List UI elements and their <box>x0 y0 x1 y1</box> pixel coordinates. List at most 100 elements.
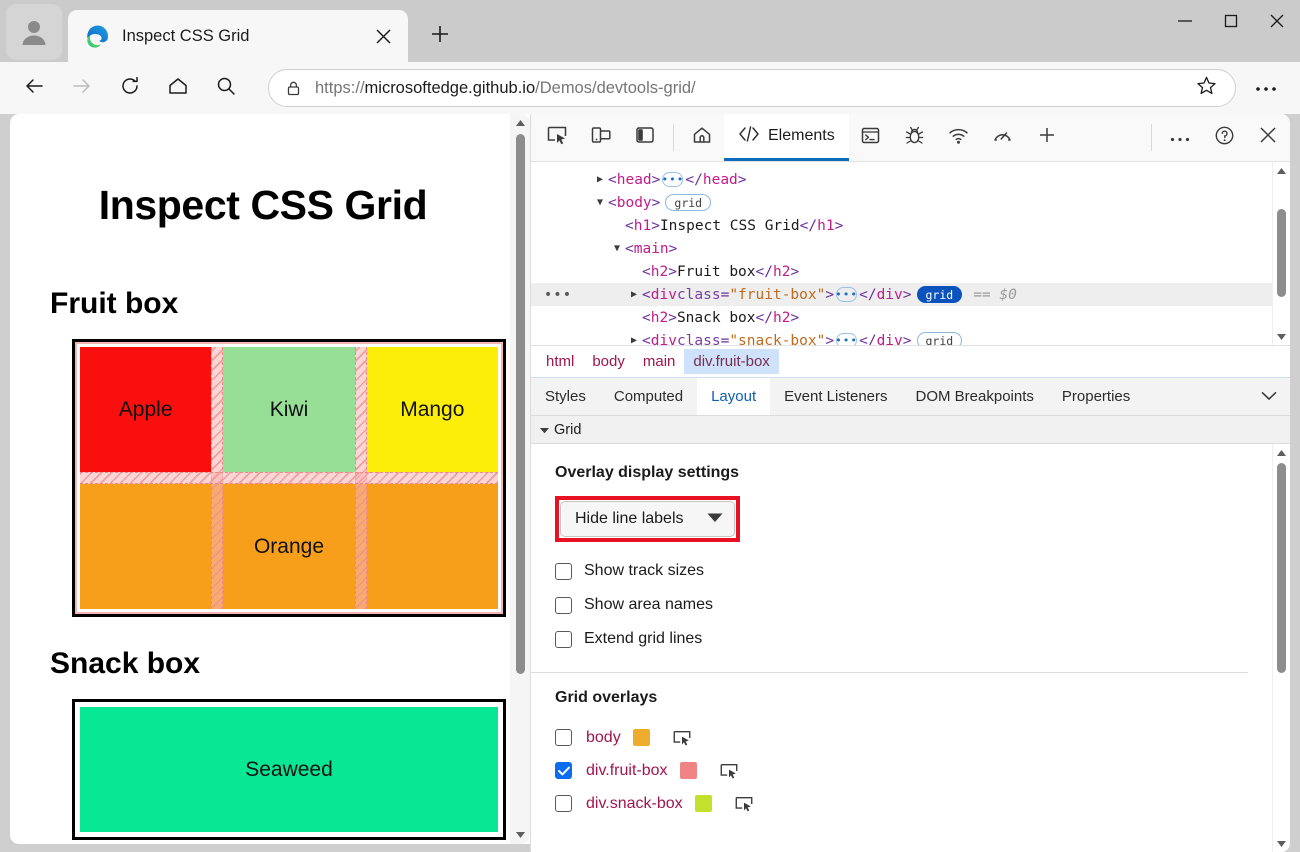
inspect-element-icon[interactable] <box>734 794 754 814</box>
breadcrumb-item-body[interactable]: body <box>583 349 634 374</box>
setting-show-area-names[interactable]: Show area names <box>555 588 1272 622</box>
tab-elements[interactable]: Elements <box>724 114 849 161</box>
breadcrumb-item-div-fruit-box[interactable]: div.fruit-box <box>684 349 779 374</box>
setting-extend-grid-lines[interactable]: Extend grid lines <box>555 622 1272 656</box>
checkbox[interactable] <box>555 630 572 648</box>
checkbox[interactable] <box>555 762 572 779</box>
triangle-down-icon[interactable]: ▼ <box>592 197 608 208</box>
browser-settings-more-button[interactable] <box>1246 68 1286 108</box>
line-labels-select[interactable]: Hide line labels <box>560 501 735 537</box>
grid-overlay-color-swatch[interactable] <box>632 729 650 746</box>
devtools-home-button[interactable] <box>680 114 724 161</box>
devtools-more-button[interactable] <box>1158 114 1202 161</box>
panel-tabs-more-button[interactable] <box>1248 378 1290 415</box>
setting-show-track-sizes[interactable]: Show track sizes <box>555 554 1272 588</box>
performance-gauge-icon <box>992 125 1013 151</box>
add-panel-button[interactable] <box>1025 114 1069 161</box>
inspect-element-button[interactable] <box>535 114 579 161</box>
triangle-right-icon[interactable]: ▶ <box>592 174 608 185</box>
dom-tree-row[interactable]: ▼ < body > grid <box>531 191 1272 214</box>
new-tab-button[interactable] <box>420 16 460 56</box>
breadcrumb-item-main[interactable]: main <box>634 349 685 374</box>
dom-tree-scrollbar[interactable] <box>1272 162 1290 345</box>
checkbox[interactable] <box>555 562 572 580</box>
breadcrumb[interactable]: html body main div.fruit-box <box>531 346 1290 378</box>
grid-overlay-color-swatch[interactable] <box>679 762 697 779</box>
tab-styles[interactable]: Styles <box>531 378 600 415</box>
tab-console[interactable] <box>849 114 893 161</box>
inspect-element-icon[interactable] <box>672 728 692 748</box>
scroll-down-icon[interactable] <box>515 826 526 844</box>
dom-token-attrval: "fruit-box" <box>729 286 826 303</box>
dom-tree-row[interactable]: ▼ < main > <box>531 237 1272 260</box>
line-labels-select-value: Hide line labels <box>575 510 684 527</box>
tab-performance[interactable] <box>981 114 1025 161</box>
tab-dom-breakpoints[interactable]: DOM Breakpoints <box>902 378 1048 415</box>
dom-tree-row[interactable]: < h2 > Snack box </h2 > <box>531 306 1272 329</box>
triangle-right-icon[interactable]: ▶ <box>626 335 642 345</box>
scroll-up-icon[interactable] <box>1276 444 1287 461</box>
grid-overlay-row-div-snack-box[interactable]: div.snack-box <box>555 787 1272 820</box>
grid-badge[interactable]: grid <box>665 194 712 211</box>
home-button[interactable] <box>158 68 198 108</box>
tab-event-listeners[interactable]: Event Listeners <box>770 378 901 415</box>
scroll-up-icon[interactable] <box>1276 162 1287 179</box>
layout-panel-scrollbar[interactable] <box>1272 444 1290 852</box>
dom-token-punct: > <box>825 286 835 303</box>
expand-children-icon[interactable]: ••• <box>835 287 858 302</box>
tab-computed[interactable]: Computed <box>600 378 697 415</box>
scroll-down-icon[interactable] <box>1276 835 1287 852</box>
page-scrollbar-thumb[interactable] <box>515 134 525 674</box>
minimize-button[interactable] <box>1162 0 1208 46</box>
scroll-up-icon[interactable] <box>515 114 526 132</box>
breadcrumb-item-html[interactable]: html <box>537 349 583 374</box>
grid-overlay-row-div-fruit-box[interactable]: div.fruit-box <box>555 754 1272 787</box>
dom-tree[interactable]: ▶ < head > ••• </head > ▼ < body > grid < h1 > Inspect … <box>531 162 1272 345</box>
expand-children-icon[interactable]: ••• <box>661 172 684 187</box>
favorite-button[interactable] <box>1189 71 1223 105</box>
dom-tree-row[interactable]: < h1 > Inspect CSS Grid </h1 > <box>531 214 1272 237</box>
dom-tree-scrollbar-thumb[interactable] <box>1277 209 1286 297</box>
dom-tree-row[interactable]: ▶ < head > ••• </head > <box>531 168 1272 191</box>
sidebar-panel-tabs[interactable]: Styles Computed Layout Event Listeners DOM B… <box>531 378 1290 416</box>
maximize-button[interactable] <box>1208 0 1254 46</box>
layout-panel-scrollbar-thumb[interactable] <box>1277 463 1286 673</box>
dock-side-button[interactable] <box>623 114 667 161</box>
grid-overlay-row-body[interactable]: body <box>555 721 1272 754</box>
tab-debugger[interactable] <box>893 114 937 161</box>
device-emulation-button[interactable] <box>579 114 623 161</box>
search-button[interactable] <box>206 68 246 108</box>
inspect-element-icon[interactable] <box>719 761 739 781</box>
grid-overlay-color-swatch[interactable] <box>694 795 712 812</box>
browser-tab[interactable]: Inspect CSS Grid <box>68 10 408 62</box>
expand-children-icon[interactable]: ••• <box>835 333 858 345</box>
triangle-right-icon[interactable]: ▶ <box>626 289 642 300</box>
maximize-icon <box>1222 12 1240 35</box>
grid-badge[interactable]: grid <box>916 286 963 303</box>
grid-badge[interactable]: grid <box>916 332 963 345</box>
dom-row-gutter[interactable]: ••• <box>541 287 575 303</box>
dom-token-tagname: body <box>616 194 652 211</box>
devtools-help-button[interactable] <box>1202 114 1246 161</box>
checkbox[interactable] <box>555 795 572 812</box>
reload-button[interactable] <box>110 68 150 108</box>
grid-section-header[interactable]: Grid <box>531 416 1290 444</box>
tab-network[interactable] <box>937 114 981 161</box>
close-icon[interactable] <box>368 21 398 51</box>
tab-properties[interactable]: Properties <box>1048 378 1144 415</box>
address-bar[interactable]: https://microsoftedge.github.io/Demos/de… <box>268 69 1236 107</box>
checkbox[interactable] <box>555 596 572 614</box>
page-scrollbar[interactable] <box>510 114 530 844</box>
triangle-down-icon[interactable]: ▼ <box>609 243 625 254</box>
back-button[interactable] <box>14 68 54 108</box>
tab-layout[interactable]: Layout <box>697 378 771 415</box>
dom-tree-row-selected[interactable]: ••• ▶ < div class = "fruit-box" > ••• </div > grid… <box>531 283 1272 306</box>
dom-tree-row[interactable]: < h2 > Fruit box </h2 > <box>531 260 1272 283</box>
close-window-button[interactable] <box>1254 0 1300 46</box>
checkbox[interactable] <box>555 729 572 746</box>
devtools-close-button[interactable] <box>1246 114 1290 161</box>
dom-tree-row[interactable]: ▶ < div class = "snack-box" > ••• </div > grid <box>531 329 1272 345</box>
scroll-down-icon[interactable] <box>1276 328 1287 345</box>
inspect-element-icon <box>546 124 568 151</box>
profile-avatar-button[interactable] <box>6 4 62 60</box>
